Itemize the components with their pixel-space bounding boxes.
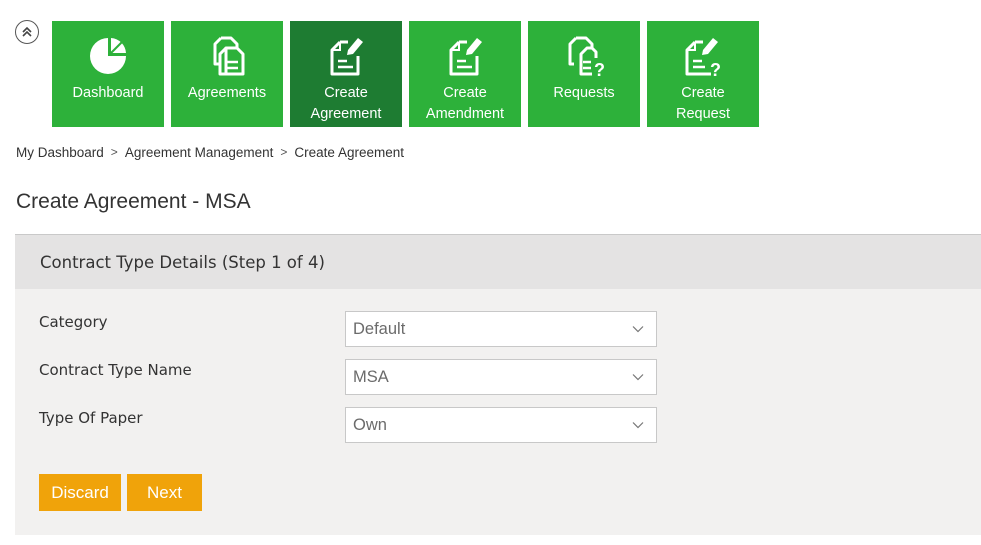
documents-question-icon: ? bbox=[562, 33, 606, 79]
chevron-down-icon bbox=[632, 422, 644, 429]
documents-icon bbox=[205, 33, 249, 79]
chevron-down-icon bbox=[632, 374, 644, 381]
document-edit-question-icon: ? bbox=[681, 33, 725, 79]
select-value: MSA bbox=[353, 367, 389, 386]
tile-create-amendment[interactable]: Create Amendment bbox=[409, 21, 521, 127]
tile-create-request[interactable]: ? Create Request bbox=[647, 21, 759, 127]
tile-label: Create Request bbox=[675, 85, 730, 122]
breadcrumb: My Dashboard > Agreement Management > Cr… bbox=[16, 145, 404, 160]
page-title: Create Agreement - MSA bbox=[16, 190, 251, 213]
panel-header: Contract Type Details (Step 1 of 4) bbox=[15, 234, 981, 289]
breadcrumb-separator: > bbox=[280, 145, 288, 159]
breadcrumb-agreement-management[interactable]: Agreement Management bbox=[125, 145, 274, 160]
tile-label: Dashboard bbox=[72, 85, 144, 101]
form-row-contract-type-name: Contract Type Name MSA bbox=[15, 359, 981, 395]
tile-requests[interactable]: ? Requests bbox=[528, 21, 640, 127]
tile-label: Requests bbox=[553, 85, 615, 101]
tile-create-agreement[interactable]: Create Agreement bbox=[290, 21, 402, 127]
type-of-paper-select[interactable]: Own bbox=[345, 407, 657, 443]
tile-agreements[interactable]: Agreements bbox=[171, 21, 283, 127]
select-value: Default bbox=[353, 319, 406, 338]
select-value: Own bbox=[353, 415, 387, 434]
svg-text:?: ? bbox=[710, 60, 721, 78]
category-label: Category bbox=[39, 313, 108, 331]
type-of-paper-label: Type Of Paper bbox=[39, 409, 143, 427]
form-row-type-of-paper: Type Of Paper Own bbox=[15, 407, 981, 443]
discard-button[interactable]: Discard bbox=[39, 474, 121, 511]
contract-type-name-select[interactable]: MSA bbox=[345, 359, 657, 395]
contract-type-name-label: Contract Type Name bbox=[39, 361, 192, 379]
tile-dashboard[interactable]: Dashboard bbox=[52, 21, 164, 127]
collapse-nav-button[interactable] bbox=[15, 20, 39, 44]
double-chevron-up-icon bbox=[22, 26, 32, 37]
chevron-down-icon bbox=[632, 326, 644, 333]
nav-tiles: Dashboard Agreements Create Agreement Cr… bbox=[52, 21, 759, 127]
form-row-category: Category Default bbox=[15, 311, 981, 347]
document-edit-icon bbox=[443, 33, 487, 79]
breadcrumb-separator: > bbox=[110, 145, 118, 159]
svg-text:?: ? bbox=[594, 60, 605, 78]
breadcrumb-current: Create Agreement bbox=[294, 145, 404, 160]
tile-label: Create Amendment bbox=[425, 85, 505, 122]
pie-chart-icon bbox=[86, 33, 130, 79]
tile-label: Create Agreement bbox=[310, 85, 382, 122]
contract-type-panel: Contract Type Details (Step 1 of 4) Cate… bbox=[15, 234, 981, 535]
next-button[interactable]: Next bbox=[127, 474, 202, 511]
tile-label: Agreements bbox=[187, 85, 267, 101]
breadcrumb-my-dashboard[interactable]: My Dashboard bbox=[16, 145, 104, 160]
category-select[interactable]: Default bbox=[345, 311, 657, 347]
document-edit-icon bbox=[324, 33, 368, 79]
